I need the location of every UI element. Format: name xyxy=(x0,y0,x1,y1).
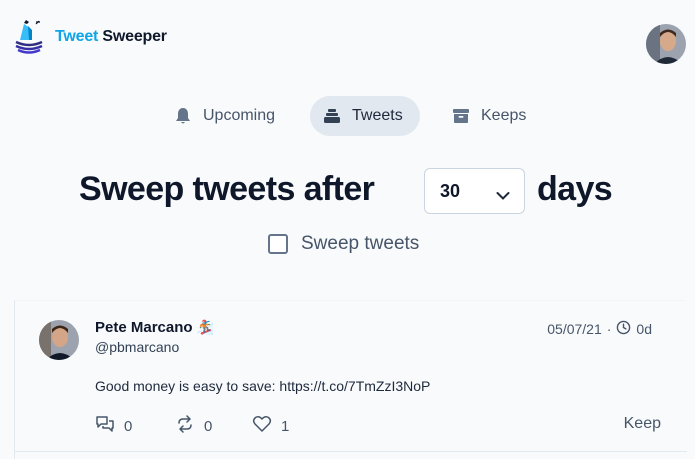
tab-tweets[interactable]: Tweets xyxy=(310,96,420,136)
tweet-handle: @pbmarcano xyxy=(95,339,180,355)
tweet-age: 0d xyxy=(636,321,652,337)
archive-box-icon xyxy=(451,106,471,126)
reply-action[interactable]: 0 xyxy=(95,415,132,437)
app-header: Tweet Sweeper xyxy=(0,0,695,80)
brand-part-2: Sweeper xyxy=(102,28,167,45)
retweet-action[interactable]: 0 xyxy=(175,415,212,437)
retweet-icon xyxy=(175,415,195,437)
clock-icon xyxy=(616,320,631,338)
days-select-value: 30 xyxy=(440,180,461,201)
tweet-author-name: Pete Marcano xyxy=(95,319,193,336)
tab-upcoming-label: Upcoming xyxy=(203,107,276,124)
like-count: 1 xyxy=(281,417,290,435)
meta-separator: · xyxy=(606,321,612,337)
days-select[interactable]: 30 xyxy=(424,168,525,214)
snowboarder-emoji: 🏂 xyxy=(196,319,214,335)
reply-icon xyxy=(95,415,115,437)
sweep-settings: Sweep tweets after 30 days xyxy=(0,166,695,216)
tweet-meta: 05/07/21 · 0d xyxy=(547,320,652,338)
sweep-checkbox[interactable] xyxy=(268,234,288,254)
broom-logo-icon[interactable] xyxy=(12,18,46,54)
bell-icon xyxy=(173,106,193,126)
stack-icon xyxy=(322,106,342,126)
like-action[interactable]: 1 xyxy=(252,415,289,437)
tweet-author-avatar xyxy=(39,320,79,360)
heart-icon xyxy=(252,415,272,437)
tweet-card: Pete Marcano 🏂 @pbmarcano 05/07/21 · 0d … xyxy=(14,300,687,459)
reply-count: 0 xyxy=(124,417,133,435)
tweet-date: 05/07/21 xyxy=(547,321,602,337)
sweep-toggle[interactable]: Sweep tweets xyxy=(268,232,419,256)
sweep-title-prefix: Sweep tweets after xyxy=(79,170,375,208)
tab-keeps[interactable]: Keeps xyxy=(439,96,538,136)
brand-part-1: Tweet xyxy=(55,28,99,45)
card-divider xyxy=(15,451,687,452)
brand-name[interactable]: Tweet Sweeper xyxy=(55,28,167,46)
chevron-down-icon xyxy=(496,185,510,206)
tweet-author: Pete Marcano 🏂 xyxy=(95,319,214,336)
user-avatar[interactable] xyxy=(646,24,686,64)
retweet-count: 0 xyxy=(204,417,213,435)
tweet-text: Good money is easy to save: https://t.co… xyxy=(95,378,431,394)
keep-button[interactable]: Keep xyxy=(624,415,661,433)
sweep-checkbox-label[interactable]: Sweep tweets xyxy=(301,233,419,255)
nav-tabs: Upcoming Tweets Keeps xyxy=(0,96,695,136)
sweep-title-suffix: days xyxy=(537,170,613,208)
tab-upcoming[interactable]: Upcoming xyxy=(161,96,287,136)
tab-keeps-label: Keeps xyxy=(481,107,527,124)
tab-tweets-label: Tweets xyxy=(352,107,403,124)
